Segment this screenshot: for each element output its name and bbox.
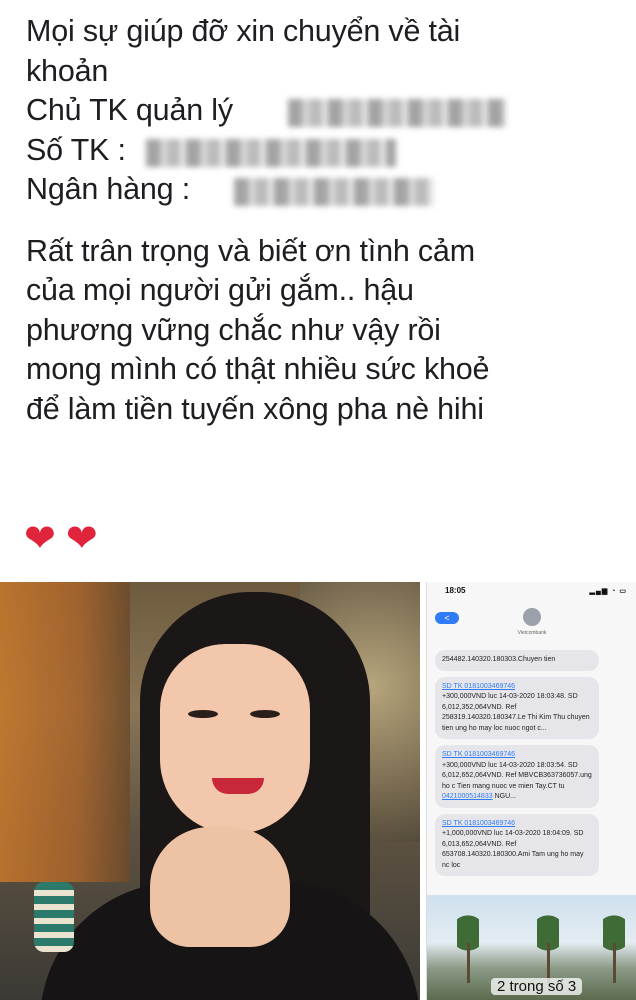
post-line-account-number: Số TK : bbox=[26, 131, 626, 171]
post-text: Mọi sự giúp đỡ xin chuyển về tài khoản C… bbox=[26, 12, 626, 429]
heart-icon: ❤ bbox=[24, 518, 56, 560]
post-line-account-owner: Chủ TK quản lý bbox=[26, 91, 626, 131]
redacted-owner-name bbox=[288, 99, 506, 127]
signal-icon: ▂▄▆ ◔ ▭ bbox=[589, 588, 627, 595]
contact-avatar-icon[interactable] bbox=[523, 608, 541, 626]
contact-name: Vietcombank bbox=[517, 630, 547, 636]
sms-header: < Vietcombank bbox=[427, 604, 636, 644]
account-link[interactable]: SD TK 0181003469746 bbox=[442, 820, 515, 827]
post-line: mong mình có thật nhiều sức khoẻ bbox=[26, 352, 490, 386]
post-line: để làm tiền tuyến xông pha nè hihi bbox=[26, 391, 484, 426]
sms-message: 254482.140320.180303.Chuyen tien bbox=[435, 650, 599, 671]
heart-icon: ❤ bbox=[65, 518, 98, 560]
account-link[interactable]: SD TK 0181003469746 bbox=[442, 683, 515, 690]
portrait-photo[interactable] bbox=[0, 582, 420, 1000]
account-link[interactable]: SD TK 0181003469746 bbox=[442, 751, 515, 758]
status-time: 18:05 bbox=[445, 586, 466, 595]
redacted-bank-name bbox=[234, 178, 434, 206]
back-button[interactable]: < bbox=[435, 612, 459, 624]
post-line: của mọi người gửi gắm.. hậu bbox=[26, 273, 414, 307]
account-link[interactable]: 0421000514833 bbox=[442, 793, 493, 800]
sms-message: SD TK 0181003469746 +1,000,000VND luc 14… bbox=[435, 813, 599, 876]
post-line: khoản bbox=[26, 53, 109, 88]
post-line: Rất trân trọng và biết ơn tình cảm bbox=[26, 233, 475, 268]
page-indicator: 2 trong số 3 bbox=[491, 978, 583, 995]
hearts: ❤ ❤ bbox=[24, 517, 98, 561]
sms-screenshot[interactable]: 18:05 ▂▄▆ ◔ ▭ < Vietcombank 254482.14032… bbox=[426, 582, 636, 1000]
status-bar: 18:05 ▂▄▆ ◔ ▭ bbox=[427, 582, 636, 604]
post-line: phương vững chắc như vậy rồi bbox=[26, 312, 441, 347]
redacted-account-number bbox=[146, 138, 396, 167]
post-line-bank: Ngân hàng : bbox=[26, 170, 626, 210]
sms-message: SD TK 0181003469746 +300,000VND luc 14-0… bbox=[435, 676, 599, 739]
sms-message: SD TK 0181003469746 +300,000VND luc 14-0… bbox=[435, 745, 599, 808]
post-line: Mọi sự giúp đỡ xin chuyển về tài bbox=[26, 14, 461, 48]
